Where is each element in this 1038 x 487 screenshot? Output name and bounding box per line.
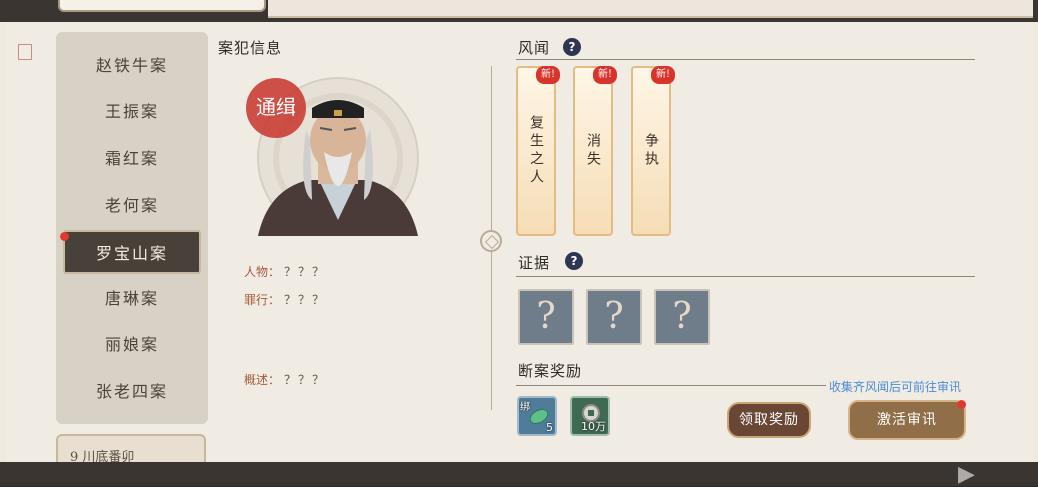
crime-label: 罪行：: [244, 293, 281, 307]
top-tab-right: [268, 0, 1033, 18]
bound-tag: 绑: [520, 402, 530, 413]
new-badge: 新!: [593, 66, 617, 84]
new-badge: 新!: [651, 66, 675, 84]
rumors-help-icon[interactable]: ?: [563, 38, 581, 56]
rumor-text: 争执: [643, 133, 659, 169]
rumor-card[interactable]: 复生之人 新!: [516, 66, 560, 236]
notification-dot: [957, 400, 966, 409]
evidence-rule: [516, 276, 975, 277]
rumor-text: 复生之人: [528, 115, 544, 187]
person-value: ？？？: [284, 265, 327, 279]
evidence-help-icon[interactable]: ?: [565, 252, 583, 270]
unknown-evidence-icon: ?: [672, 296, 692, 337]
case-item[interactable]: 赵铁牛案: [60, 44, 204, 88]
evidence-slot[interactable]: ?: [654, 289, 710, 345]
case-item[interactable]: 张老四案: [60, 370, 204, 414]
claim-reward-button[interactable]: 领取奖励: [727, 402, 811, 438]
top-tab-left[interactable]: [58, 0, 266, 12]
reward-qty: 10万: [581, 420, 606, 433]
activate-interrogation-button[interactable]: 激活审讯: [848, 400, 966, 440]
game-window: 赵铁牛案 王振案 霜红案 老何案 罗宝山案 唐琳案 丽娘案 张老四案 9 川底番…: [0, 0, 1038, 487]
new-badge: 新!: [536, 66, 560, 84]
case-item[interactable]: 丽娘案: [60, 323, 204, 367]
watermark-logo-icon: ▶: [958, 462, 975, 487]
case-item-selected[interactable]: 罗宝山案: [63, 230, 201, 274]
evidence-slot[interactable]: ?: [586, 289, 642, 345]
crime-value: ？？？: [284, 293, 327, 307]
rewards-title: 断案奖励: [518, 362, 583, 380]
criminal-portrait: 通缉: [246, 77, 419, 236]
unknown-evidence-icon: ?: [536, 296, 556, 337]
reward-qty: 5: [546, 421, 553, 434]
summary-label: 概述：: [244, 373, 281, 387]
reward-item-coin[interactable]: 10万: [570, 396, 610, 436]
wanted-stamp-text: 通缉: [256, 95, 296, 119]
summary-value: ？？？: [284, 373, 327, 387]
rumors-rule: [516, 59, 975, 60]
bottom-strip: [0, 462, 1038, 486]
rumor-card[interactable]: 消失 新!: [573, 66, 617, 236]
evidence-title: 证据: [518, 254, 551, 272]
divider-ornament-icon: [480, 230, 502, 252]
case-list: 赵铁牛案 王振案 霜红案 老何案 罗宝山案 唐琳案 丽娘案 张老四案: [56, 32, 208, 424]
case-item[interactable]: 王振案: [60, 90, 204, 134]
person-label: 人物：: [244, 265, 281, 279]
next-tab[interactable]: 9 川底番卯: [56, 434, 206, 462]
case-item[interactable]: 霜红案: [60, 137, 204, 181]
case-item[interactable]: 老何案: [60, 184, 204, 228]
hint-text: 收集齐风闻后可前往审讯: [829, 380, 962, 394]
criminal-info-title: 案犯信息: [218, 39, 283, 57]
rewards-rule: [516, 385, 826, 386]
reward-item-jade[interactable]: 绑 5: [517, 396, 557, 436]
rumor-card[interactable]: 争执 新!: [631, 66, 675, 236]
decorative-calligraphy: [14, 44, 48, 404]
rumors-title: 风闻: [518, 39, 551, 57]
case-item[interactable]: 唐琳案: [60, 277, 204, 321]
evidence-slot[interactable]: ?: [518, 289, 574, 345]
notification-dot: [60, 232, 69, 241]
seal-icon: [18, 44, 32, 60]
rumor-text: 消失: [585, 133, 601, 169]
unknown-evidence-icon: ?: [604, 296, 624, 337]
